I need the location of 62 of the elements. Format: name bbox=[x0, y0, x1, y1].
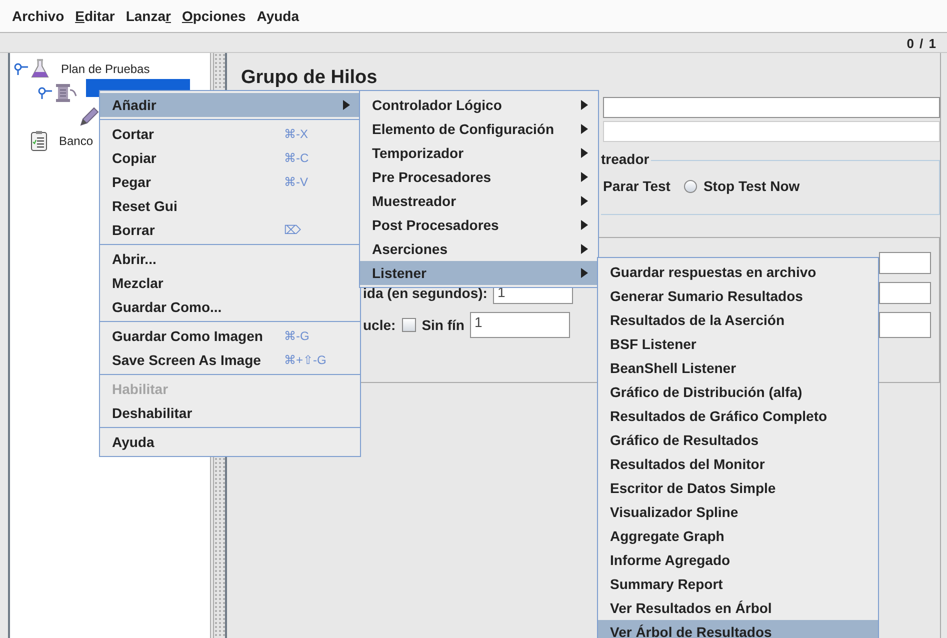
menu-item[interactable]: Temporizador bbox=[360, 141, 598, 165]
panel-title: Grupo de Hilos bbox=[241, 67, 378, 90]
menu-item[interactable]: Resultados del Monitor bbox=[598, 452, 878, 476]
menu-item[interactable]: Visualizador Spline bbox=[598, 500, 878, 524]
menu-item[interactable]: Guardar Como... bbox=[100, 295, 360, 319]
menu-item[interactable]: Summary Report bbox=[598, 572, 878, 596]
menu-item[interactable]: Guardar respuestas en archivo bbox=[598, 260, 878, 284]
menu-item[interactable]: Muestreador bbox=[360, 189, 598, 213]
menu-item[interactable]: Mezclar bbox=[100, 271, 360, 295]
menu-item[interactable]: Ver Resultados en Árbol bbox=[598, 596, 878, 620]
tree-item[interactable]: Banco bbox=[56, 132, 96, 150]
group-legend: treador bbox=[601, 151, 652, 167]
menu-item[interactable]: Resultados de la Aserción bbox=[598, 308, 878, 332]
loop-count-field[interactable]: 1 bbox=[470, 312, 570, 338]
menu-item[interactable]: Abrir... bbox=[100, 247, 360, 271]
name-field[interactable] bbox=[603, 97, 940, 118]
menu-item[interactable]: Elemento de Configuración bbox=[360, 117, 598, 141]
text-field[interactable] bbox=[879, 312, 931, 338]
menu-item[interactable]: Gráfico de Resultados bbox=[598, 428, 878, 452]
menu-item[interactable]: BeanShell Listener bbox=[598, 356, 878, 380]
menu-item[interactable]: Reset Gui bbox=[100, 194, 360, 218]
menu-item[interactable]: Resultados de Gráfico Completo bbox=[598, 404, 878, 428]
flask-icon bbox=[30, 58, 50, 80]
duration-label: ida (en segundos): bbox=[363, 285, 488, 301]
menu-item[interactable]: BSF Listener bbox=[598, 332, 878, 356]
radio-label[interactable]: Parar Test bbox=[603, 178, 670, 194]
checkbox[interactable]: Sin fín bbox=[402, 317, 464, 333]
menu-item[interactable]: Aserciones bbox=[360, 237, 598, 261]
menu-item[interactable]: Generar Sumario Resultados bbox=[598, 284, 878, 308]
menu-item[interactable]: Copiar ⌘-C bbox=[100, 146, 360, 170]
comment-field[interactable] bbox=[603, 121, 940, 142]
menu-item[interactable]: Post Procesadores bbox=[360, 213, 598, 237]
text-field[interactable] bbox=[879, 282, 931, 304]
expanded-handle-icon[interactable] bbox=[38, 87, 52, 99]
radio-button[interactable]: Stop Test Now bbox=[684, 178, 800, 194]
menu-item[interactable]: Guardar Como Imagen ⌘-G bbox=[100, 324, 360, 348]
menu-item[interactable]: Añadir bbox=[100, 93, 360, 117]
menu-item[interactable]: Lanzar bbox=[126, 6, 171, 26]
menu-item[interactable]: Pre Procesadores bbox=[360, 165, 598, 189]
loop-label: ucle: bbox=[363, 317, 396, 333]
menu-item[interactable]: Gráfico de Distribución (alfa) bbox=[598, 380, 878, 404]
error-counter: 0 / 1 bbox=[906, 36, 937, 50]
menu-item[interactable]: Borrar ⌦ bbox=[100, 218, 360, 242]
menu-item[interactable]: Escritor de Datos Simple bbox=[598, 476, 878, 500]
spool-icon bbox=[54, 82, 78, 104]
menu-item[interactable]: Ayuda bbox=[100, 430, 360, 454]
menu-item[interactable]: Ver Árbol de Resultados bbox=[598, 620, 878, 638]
menu-item[interactable]: Listener bbox=[360, 261, 598, 285]
menu-item[interactable]: Controlador Lógico bbox=[360, 93, 598, 117]
menu-item[interactable]: Cortar ⌘-X bbox=[100, 122, 360, 146]
menu-item[interactable]: Pegar ⌘-V bbox=[100, 170, 360, 194]
menu-item[interactable]: Informe Agregado bbox=[598, 548, 878, 572]
menu-item[interactable]: Deshabilitar bbox=[100, 401, 360, 425]
menu-item[interactable]: Ayuda bbox=[256, 6, 300, 26]
tree-item[interactable]: Plan de Pruebas bbox=[58, 60, 153, 78]
text-field[interactable] bbox=[879, 252, 931, 274]
menu-item[interactable]: Editar bbox=[75, 6, 115, 26]
menu-item[interactable]: Archivo bbox=[12, 6, 64, 26]
menu-item[interactable]: Save Screen As Image ⌘+⇧-G bbox=[100, 348, 360, 372]
menu-item[interactable]: Opciones bbox=[182, 6, 246, 26]
menu-item[interactable]: Aggregate Graph bbox=[598, 524, 878, 548]
expanded-handle-icon[interactable] bbox=[14, 63, 28, 75]
